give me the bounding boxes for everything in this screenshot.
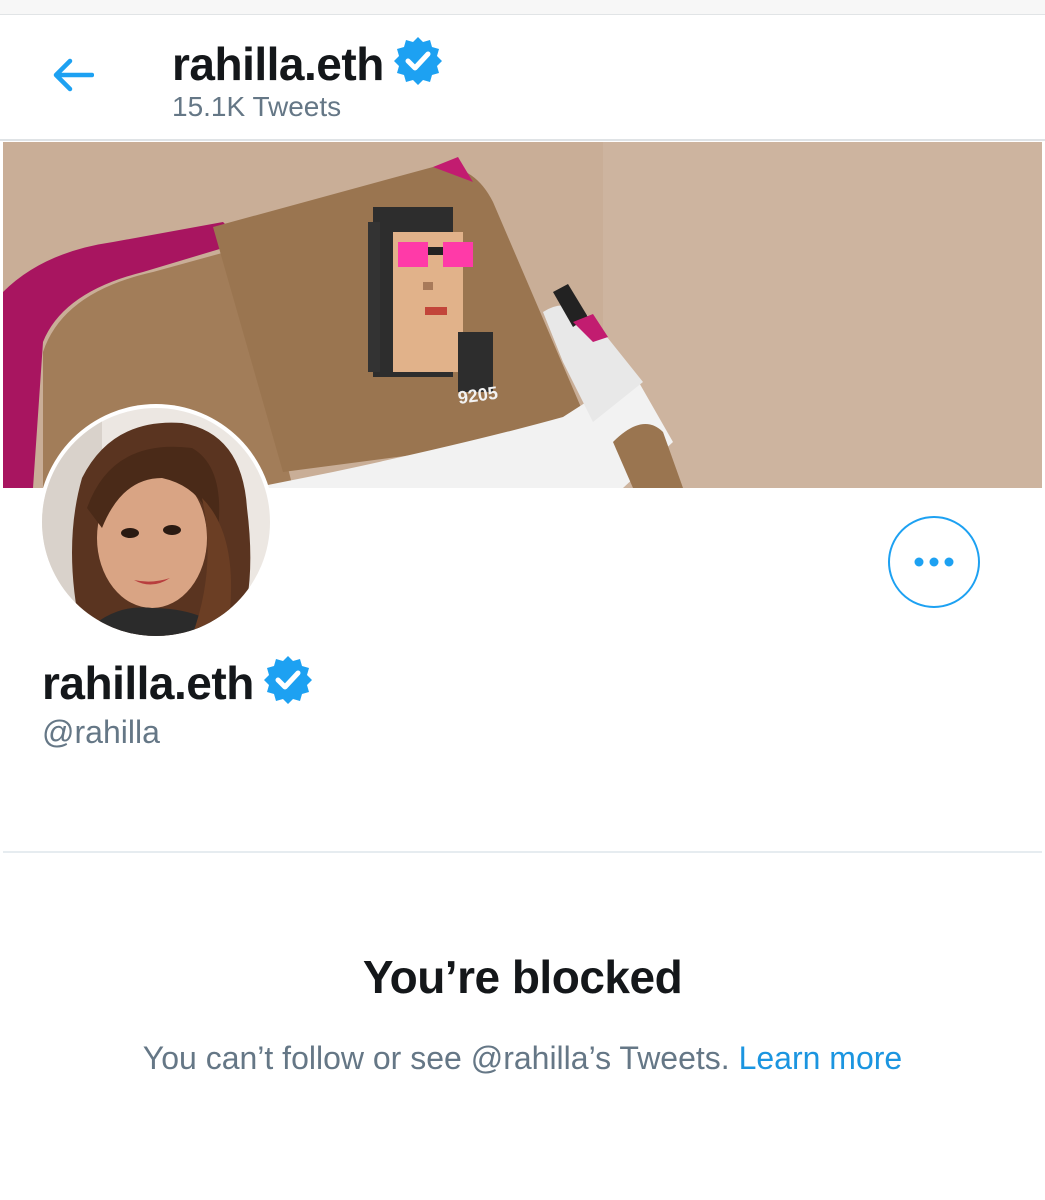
learn-more-link[interactable]: Learn more xyxy=(739,1040,903,1076)
back-button[interactable] xyxy=(44,51,102,99)
header-title: rahilla.eth xyxy=(172,35,444,92)
profile-header: rahilla.eth 15.1K Tweets xyxy=(0,15,1045,141)
profile-handle: @rahilla xyxy=(42,714,160,750)
header-name: rahilla.eth xyxy=(172,37,384,90)
avatar[interactable] xyxy=(38,404,274,640)
more-horizontal-icon[interactable] xyxy=(912,556,956,568)
profile-name: rahilla.eth xyxy=(42,656,254,709)
blocked-description: You can’t follow or see @rahilla’s Tweet… xyxy=(0,1040,1045,1077)
verified-badge-icon xyxy=(392,35,444,92)
avatar-photo[interactable] xyxy=(42,408,270,636)
blocked-title: You’re blocked xyxy=(362,951,683,1003)
arrow-left-icon[interactable] xyxy=(52,58,94,92)
more-button[interactable] xyxy=(888,516,980,608)
tweet-count: 15.1K Tweets xyxy=(172,91,342,122)
blocked-description-text: You can’t follow or see @rahilla’s Tweet… xyxy=(142,1040,739,1076)
status-strip xyxy=(0,0,1045,15)
profile-page: rahilla.eth 15.1K Tweets 9205 rahilla.et… xyxy=(0,0,1045,1200)
profile-name-row: rahilla.eth xyxy=(42,654,314,711)
verified-badge-icon xyxy=(262,654,314,711)
divider xyxy=(3,851,1042,853)
